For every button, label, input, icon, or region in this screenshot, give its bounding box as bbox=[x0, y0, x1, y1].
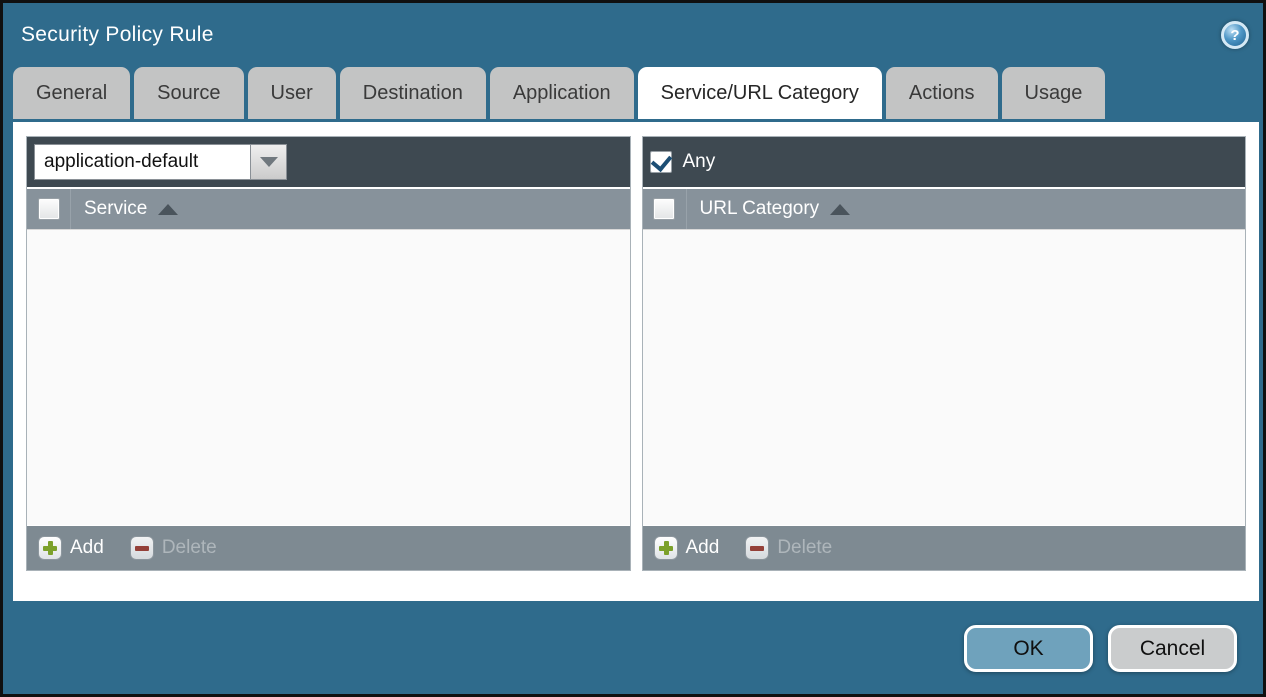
url-category-column-label: URL Category bbox=[700, 198, 820, 220]
url-category-select-all-checkbox[interactable] bbox=[653, 198, 675, 220]
tab-application[interactable]: Application bbox=[490, 67, 634, 119]
url-category-column-header[interactable]: URL Category bbox=[687, 198, 851, 220]
sort-ascending-icon bbox=[830, 204, 850, 215]
cancel-button[interactable]: Cancel bbox=[1108, 625, 1237, 672]
tab-source[interactable]: Source bbox=[134, 67, 243, 119]
chevron-down-icon bbox=[260, 157, 278, 167]
tab-general[interactable]: General bbox=[13, 67, 130, 119]
title-bar: Security Policy Rule ? bbox=[3, 3, 1263, 67]
delete-button-label: Delete bbox=[162, 537, 217, 559]
service-topbar bbox=[27, 137, 630, 187]
service-column-label: Service bbox=[84, 198, 147, 220]
dialog-title: Security Policy Rule bbox=[21, 23, 214, 47]
any-checkbox-label: Any bbox=[683, 151, 716, 173]
url-category-panel: Any URL Category Add bbox=[642, 136, 1247, 571]
any-checkbox[interactable] bbox=[650, 151, 672, 173]
add-button-label: Add bbox=[70, 537, 104, 559]
service-select-all-checkbox[interactable] bbox=[38, 198, 60, 220]
url-category-select-all-cell bbox=[643, 189, 687, 229]
service-table-footer: Add Delete bbox=[27, 525, 630, 570]
security-policy-rule-dialog: Security Policy Rule ? General Source Us… bbox=[0, 0, 1266, 697]
tab-bar: General Source User Destination Applicat… bbox=[3, 67, 1263, 119]
service-type-input[interactable] bbox=[34, 144, 250, 180]
service-add-button[interactable]: Add bbox=[38, 536, 104, 560]
add-plus-icon bbox=[654, 536, 678, 560]
ok-button[interactable]: OK bbox=[964, 625, 1093, 672]
url-category-topbar: Any bbox=[643, 137, 1246, 187]
service-select-all-cell bbox=[27, 189, 71, 229]
service-type-combobox bbox=[34, 144, 287, 180]
url-category-table-body bbox=[643, 229, 1246, 525]
dialog-footer: OK Cancel bbox=[964, 625, 1237, 672]
tab-usage[interactable]: Usage bbox=[1002, 67, 1106, 119]
delete-minus-icon bbox=[130, 536, 154, 560]
tab-destination[interactable]: Destination bbox=[340, 67, 486, 119]
url-category-table-header: URL Category bbox=[643, 187, 1246, 229]
delete-minus-icon bbox=[745, 536, 769, 560]
help-icon[interactable]: ? bbox=[1221, 21, 1249, 49]
sort-ascending-icon bbox=[158, 204, 178, 215]
url-category-table-footer: Add Delete bbox=[643, 525, 1246, 570]
add-button-label: Add bbox=[686, 537, 720, 559]
delete-button-label: Delete bbox=[777, 537, 832, 559]
tab-content: Service Add Delete bbox=[13, 122, 1259, 601]
tab-actions[interactable]: Actions bbox=[886, 67, 998, 119]
tab-service-url-category[interactable]: Service/URL Category bbox=[638, 67, 882, 119]
service-column-header[interactable]: Service bbox=[71, 198, 178, 220]
service-table-header: Service bbox=[27, 187, 630, 229]
url-category-delete-button[interactable]: Delete bbox=[745, 536, 832, 560]
service-panel: Service Add Delete bbox=[26, 136, 631, 571]
url-category-add-button[interactable]: Add bbox=[654, 536, 720, 560]
tab-user[interactable]: User bbox=[248, 67, 336, 119]
add-plus-icon bbox=[38, 536, 62, 560]
service-table-body bbox=[27, 229, 630, 525]
service-delete-button[interactable]: Delete bbox=[130, 536, 217, 560]
service-type-dropdown-button[interactable] bbox=[250, 144, 287, 180]
